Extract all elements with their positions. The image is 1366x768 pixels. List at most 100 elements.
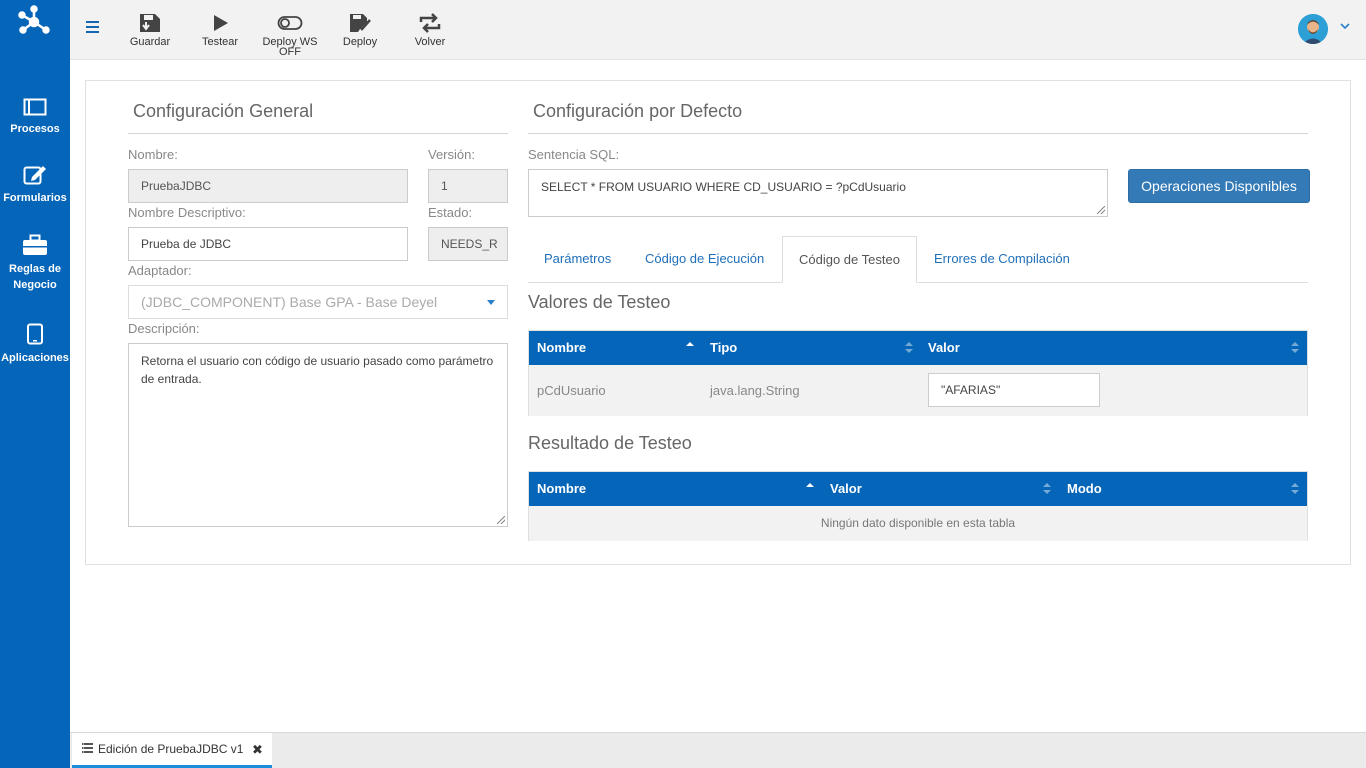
sort-icon: [1043, 483, 1051, 495]
valores-testeo-table: Nombre Tipo Valor pCdUsuario java.lang.S…: [528, 330, 1308, 416]
nav-procesos-label: Procesos: [10, 123, 60, 135]
tabs-divider: [528, 282, 1308, 283]
tab-codigo-testeo[interactable]: Código de Testeo: [782, 236, 917, 283]
testear-button[interactable]: Testear: [185, 13, 255, 48]
window-icon: [23, 98, 47, 116]
column-header-nombre[interactable]: Nombre: [529, 331, 702, 365]
nombre-label: Nombre:: [128, 147, 178, 162]
cell-nombre: pCdUsuario: [537, 383, 606, 398]
column-header-valor[interactable]: Valor: [920, 331, 1307, 365]
resize-handle-icon[interactable]: [1097, 206, 1105, 214]
select-caret-icon: [487, 300, 495, 305]
empty-table-message: Ningún dato disponible en esta tabla: [820, 516, 1016, 530]
nombre-descriptivo-label: Nombre Descriptivo:: [128, 205, 246, 220]
document-tab-label: Edición de PruebaJDBC v1: [98, 742, 244, 756]
deploy-button[interactable]: Deploy: [325, 13, 395, 48]
general-divider: [128, 133, 508, 134]
deploy-ws-off-label: Deploy WS OFF: [262, 36, 318, 58]
table-header: Nombre Valor Modo: [529, 472, 1307, 506]
sort-icon: [1291, 483, 1299, 495]
hamburger-icon[interactable]: [86, 21, 99, 36]
network-logo-icon[interactable]: [17, 5, 51, 35]
column-label: Valor: [830, 481, 862, 496]
bottom-tab-bar: Edición de PruebaJDBC v1 ✖: [70, 732, 1366, 768]
guardar-label: Guardar: [129, 36, 171, 48]
close-icon[interactable]: ✖: [252, 742, 263, 758]
guardar-button[interactable]: Guardar: [115, 13, 185, 48]
briefcase-icon: [23, 234, 47, 255]
sql-value: SELECT * FROM USUARIO WHERE CD_USUARIO =…: [541, 180, 906, 194]
resultado-testeo-table: Nombre Valor Modo Ningún dato disponible…: [528, 471, 1308, 541]
toolbar: Guardar Testear Deploy WS OFF Deploy Vol…: [70, 0, 1366, 60]
edit-icon: [23, 166, 46, 185]
descripcion-label: Descripción:: [128, 321, 200, 336]
empty-row: Ningún dato disponible en esta tabla: [529, 506, 1307, 541]
user-avatar[interactable]: [1298, 14, 1328, 44]
defaults-section-title: Configuración por Defecto: [533, 101, 743, 121]
deploy-icon: [350, 14, 371, 32]
play-icon: [214, 15, 228, 31]
resize-handle-icon[interactable]: [497, 516, 505, 524]
deploy-ws-off-button[interactable]: Deploy WS OFF: [255, 13, 325, 58]
save-icon: [140, 14, 160, 32]
column-header-nombre[interactable]: Nombre: [529, 472, 822, 506]
list-icon: [82, 743, 93, 753]
sidebar: Procesos Formularios Reglas de Negocio A…: [0, 0, 70, 768]
resultado-testeo-title: Resultado de Testeo: [528, 433, 692, 453]
volver-label: Volver: [414, 36, 446, 48]
table-header: Nombre Tipo Valor: [529, 331, 1307, 365]
tablet-icon: [27, 323, 43, 345]
adaptador-label: Adaptador:: [128, 263, 192, 278]
column-label: Valor: [928, 340, 960, 355]
sql-label: Sentencia SQL:: [528, 147, 620, 162]
sql-textarea[interactable]: SELECT * FROM USUARIO WHERE CD_USUARIO =…: [528, 169, 1108, 217]
tab-parametros[interactable]: Parámetros: [528, 236, 627, 282]
estado-field[interactable]: NEEDS_R: [428, 227, 508, 261]
nav-aplicaciones[interactable]: Aplicaciones: [0, 323, 70, 366]
column-label: Modo: [1067, 481, 1102, 496]
nav-reglas-label: Reglas de Negocio: [9, 263, 61, 291]
nav-formularios[interactable]: Formularios: [0, 163, 70, 206]
nav-reglas-de-negocio[interactable]: Reglas de Negocio: [0, 234, 70, 293]
sort-asc-icon: [686, 342, 694, 354]
adaptador-value: (JDBC_COMPONENT) Base GPA - Base Deyel: [141, 294, 438, 310]
descripcion-value: Retorna el usuario con código de usuario…: [141, 354, 494, 386]
sort-icon: [905, 342, 913, 354]
version-label: Versión:: [428, 147, 475, 162]
nav-aplicaciones-label: Aplicaciones: [1, 352, 69, 364]
descripcion-textarea[interactable]: Retorna el usuario con código de usuario…: [128, 343, 508, 527]
operaciones-disponibles-button[interactable]: Operaciones Disponibles: [1128, 169, 1310, 203]
column-header-modo[interactable]: Modo: [1059, 472, 1307, 506]
avatar-image: [1298, 14, 1328, 44]
volver-button[interactable]: Volver: [395, 13, 465, 48]
valores-testeo-title: Valores de Testeo: [528, 292, 671, 312]
nav-formularios-label: Formularios: [3, 192, 67, 204]
nombre-field[interactable]: PruebaJDBC: [128, 169, 408, 203]
deploy-label: Deploy: [342, 36, 378, 48]
column-header-valor[interactable]: Valor: [822, 472, 1059, 506]
adaptador-select[interactable]: (JDBC_COMPONENT) Base GPA - Base Deyel: [128, 285, 508, 319]
sort-asc-icon: [806, 483, 814, 495]
valor-value: "AFARIAS": [941, 383, 1001, 397]
toggle-off-icon: [277, 16, 303, 30]
column-label: Nombre: [537, 481, 587, 496]
retweet-icon: [419, 13, 441, 33]
testear-label: Testear: [201, 36, 239, 48]
document-tab[interactable]: Edición de PruebaJDBC v1 ✖: [72, 733, 272, 768]
column-label: Tipo: [710, 340, 738, 355]
defaults-divider: [528, 133, 1308, 134]
tab-codigo-ejecucion[interactable]: Código de Ejecución: [629, 236, 780, 282]
version-field[interactable]: 1: [428, 169, 508, 203]
sort-icon: [1291, 342, 1299, 354]
chevron-down-icon[interactable]: [1340, 22, 1350, 30]
column-header-tipo[interactable]: Tipo: [702, 331, 920, 365]
table-row: pCdUsuario java.lang.String "AFARIAS": [529, 365, 1307, 416]
column-label: Nombre: [537, 340, 587, 355]
valor-input[interactable]: "AFARIAS": [928, 373, 1100, 407]
tab-errores-compilacion[interactable]: Errores de Compilación: [918, 236, 1086, 282]
cell-tipo: java.lang.String: [710, 383, 800, 398]
nombre-descriptivo-field[interactable]: Prueba de JDBC: [128, 227, 408, 261]
general-section-title: Configuración General: [133, 101, 314, 121]
estado-label: Estado:: [428, 205, 473, 220]
nav-procesos[interactable]: Procesos: [0, 98, 70, 137]
